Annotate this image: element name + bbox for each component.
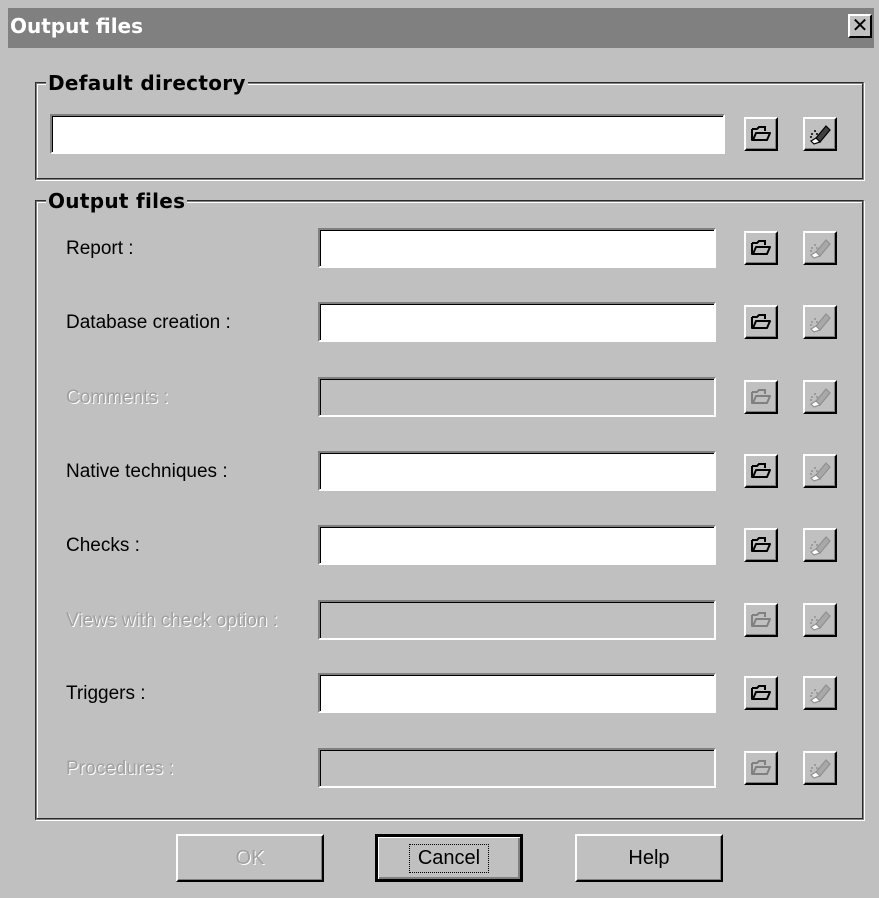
folder-open-icon bbox=[750, 684, 772, 702]
folder-open-icon bbox=[750, 239, 772, 257]
database-creation-input[interactable] bbox=[318, 302, 716, 342]
comments-browse-button bbox=[744, 380, 778, 414]
default-directory-input[interactable] bbox=[50, 114, 725, 154]
comments-label: Comments : bbox=[66, 387, 169, 408]
close-icon: ✕ bbox=[851, 13, 869, 37]
output-files-group bbox=[35, 200, 864, 820]
eraser-icon bbox=[808, 681, 832, 705]
cancel-button-label: Cancel bbox=[408, 843, 490, 873]
eraser-icon bbox=[808, 459, 832, 483]
procedures-field bbox=[320, 750, 714, 786]
triggers-browse-button[interactable] bbox=[744, 676, 778, 710]
eraser-icon bbox=[808, 310, 832, 334]
eraser-icon bbox=[808, 756, 832, 780]
procedures-clear-button bbox=[803, 751, 837, 785]
views-with-check-option-input bbox=[318, 600, 716, 640]
comments-clear-button bbox=[803, 380, 837, 414]
native-techniques-browse-button[interactable] bbox=[744, 454, 778, 488]
triggers-clear-button bbox=[803, 676, 837, 710]
eraser-icon bbox=[808, 608, 832, 632]
cancel-button[interactable]: Cancel bbox=[375, 834, 523, 882]
help-button-label: Help bbox=[628, 846, 670, 869]
database-creation-browse-button[interactable] bbox=[744, 305, 778, 339]
checks-label: Checks : bbox=[66, 535, 140, 556]
triggers-field[interactable] bbox=[320, 675, 714, 711]
native-techniques-clear-button bbox=[803, 454, 837, 488]
checks-browse-button[interactable] bbox=[744, 528, 778, 562]
native-techniques-label: Native techniques : bbox=[66, 461, 228, 482]
folder-open-icon bbox=[750, 611, 772, 629]
default-directory-group-title: Default directory bbox=[46, 71, 248, 95]
database-creation-label: Database creation : bbox=[66, 312, 231, 333]
checks-input[interactable] bbox=[318, 525, 716, 565]
folder-open-icon bbox=[750, 536, 772, 554]
help-button[interactable]: Help bbox=[575, 834, 723, 882]
eraser-icon bbox=[808, 122, 832, 146]
comments-field bbox=[320, 379, 714, 415]
folder-open-icon bbox=[750, 759, 772, 777]
folder-open-icon bbox=[750, 462, 772, 480]
close-button[interactable]: ✕ bbox=[848, 14, 872, 38]
triggers-label: Triggers : bbox=[66, 683, 146, 704]
report-label: Report : bbox=[66, 238, 134, 259]
database-creation-field[interactable] bbox=[320, 304, 714, 340]
views-with-check-option-browse-button bbox=[744, 603, 778, 637]
procedures-input bbox=[318, 748, 716, 788]
output-files-dialog: Output files ✕ Default directory Output … bbox=[0, 0, 879, 898]
title-bar[interactable]: Output files ✕ bbox=[8, 8, 874, 48]
database-creation-clear-button bbox=[803, 305, 837, 339]
views-with-check-option-clear-button bbox=[803, 603, 837, 637]
procedures-browse-button bbox=[744, 751, 778, 785]
folder-open-icon bbox=[750, 125, 772, 143]
eraser-icon bbox=[808, 236, 832, 260]
ok-button[interactable]: OK bbox=[176, 834, 324, 882]
default-directory-field[interactable] bbox=[52, 116, 723, 152]
comments-input bbox=[318, 377, 716, 417]
checks-field[interactable] bbox=[320, 527, 714, 563]
eraser-icon bbox=[808, 385, 832, 409]
output-files-group-title: Output files bbox=[46, 189, 188, 213]
default-directory-clear-button[interactable] bbox=[803, 117, 837, 151]
report-input[interactable] bbox=[318, 228, 716, 268]
report-browse-button[interactable] bbox=[744, 231, 778, 265]
triggers-input[interactable] bbox=[318, 673, 716, 713]
ok-button-label: OK bbox=[235, 846, 265, 869]
native-techniques-field[interactable] bbox=[320, 453, 714, 489]
default-directory-browse-button[interactable] bbox=[744, 117, 778, 151]
folder-open-icon bbox=[750, 388, 772, 406]
views-with-check-option-label: Views with check option : bbox=[66, 610, 278, 631]
folder-open-icon bbox=[750, 313, 772, 331]
views-with-check-option-field bbox=[320, 602, 714, 638]
window-title: Output files bbox=[10, 14, 144, 38]
report-field[interactable] bbox=[320, 230, 714, 266]
native-techniques-input[interactable] bbox=[318, 451, 716, 491]
procedures-label: Procedures : bbox=[66, 758, 174, 779]
checks-clear-button bbox=[803, 528, 837, 562]
report-clear-button bbox=[803, 231, 837, 265]
eraser-icon bbox=[808, 533, 832, 557]
